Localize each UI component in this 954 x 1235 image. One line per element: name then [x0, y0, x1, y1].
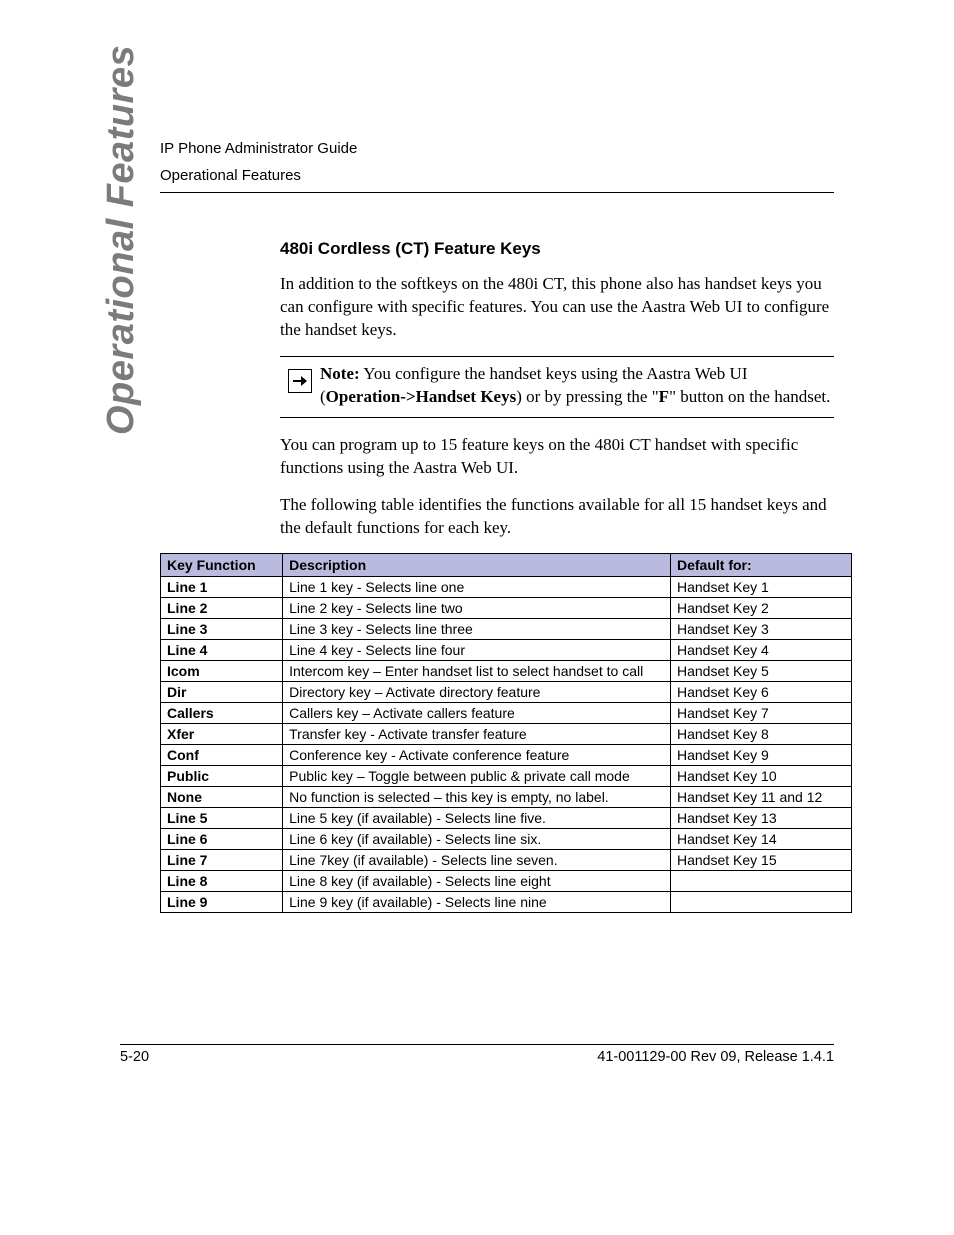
section-title: 480i Cordless (CT) Feature Keys	[280, 239, 834, 259]
table-row: DirDirectory key – Activate directory fe…	[161, 682, 852, 703]
cell-key-function: Line 5	[161, 808, 283, 829]
cell-default-for: Handset Key 10	[670, 766, 851, 787]
note-text-2: ) or by pressing the "	[516, 387, 658, 406]
col-default-for: Default for:	[670, 554, 851, 577]
header-rule	[160, 192, 834, 193]
cell-key-function: Line 9	[161, 892, 283, 913]
running-header-line2: Operational Features	[160, 165, 834, 186]
document-page: IP Phone Administrator Guide Operational…	[0, 0, 954, 1235]
table-row: Line 6Line 6 key (if available) - Select…	[161, 829, 852, 850]
cell-description: Line 7key (if available) - Selects line …	[283, 850, 671, 871]
table-row: Line 8Line 8 key (if available) - Select…	[161, 871, 852, 892]
doc-revision: 41-001129-00 Rev 09, Release 1.4.1	[597, 1049, 834, 1065]
cell-default-for	[670, 892, 851, 913]
cell-default-for: Handset Key 13	[670, 808, 851, 829]
arrow-right-icon	[288, 369, 312, 393]
cell-default-for: Handset Key 8	[670, 724, 851, 745]
table-row: IcomIntercom key – Enter handset list to…	[161, 661, 852, 682]
cell-description: Line 1 key - Selects line one	[283, 577, 671, 598]
cell-default-for: Handset Key 9	[670, 745, 851, 766]
cell-default-for: Handset Key 5	[670, 661, 851, 682]
cell-description: Directory key – Activate directory featu…	[283, 682, 671, 703]
cell-default-for: Handset Key 4	[670, 640, 851, 661]
cell-description: Line 2 key - Selects line two	[283, 598, 671, 619]
note-text-3: " button on the handset.	[669, 387, 830, 406]
cell-description: Line 8 key (if available) - Selects line…	[283, 871, 671, 892]
main-content: 480i Cordless (CT) Feature Keys In addit…	[280, 239, 834, 913]
cell-key-function: Line 7	[161, 850, 283, 871]
cell-default-for: Handset Key 15	[670, 850, 851, 871]
page-footer: 5-20 41-001129-00 Rev 09, Release 1.4.1	[120, 1036, 834, 1065]
cell-key-function: Line 8	[161, 871, 283, 892]
table-header-row: Key Function Description Default for:	[161, 554, 852, 577]
footer-rule	[120, 1044, 834, 1045]
table-row: Line 1Line 1 key - Selects line oneHands…	[161, 577, 852, 598]
cell-key-function: Line 4	[161, 640, 283, 661]
table-row: CallersCallers key – Activate callers fe…	[161, 703, 852, 724]
cell-key-function: None	[161, 787, 283, 808]
cell-description: Line 9 key (if available) - Selects line…	[283, 892, 671, 913]
feature-keys-table: Key Function Description Default for: Li…	[160, 553, 852, 913]
cell-description: Line 6 key (if available) - Selects line…	[283, 829, 671, 850]
note-icon-container	[280, 363, 320, 393]
table-row: Line 7Line 7key (if available) - Selects…	[161, 850, 852, 871]
cell-description: Intercom key – Enter handset list to sel…	[283, 661, 671, 682]
cell-description: Callers key – Activate callers feature	[283, 703, 671, 724]
table-row: Line 2Line 2 key - Selects line twoHands…	[161, 598, 852, 619]
page-number: 5-20	[120, 1049, 149, 1065]
note-fkey: F	[659, 387, 669, 406]
cell-description: Public key – Toggle between public & pri…	[283, 766, 671, 787]
table-container: Key Function Description Default for: Li…	[160, 553, 834, 913]
cell-key-function: Public	[161, 766, 283, 787]
table-row: Line 4Line 4 key - Selects line fourHand…	[161, 640, 852, 661]
cell-default-for	[670, 871, 851, 892]
table-row: ConfConference key - Activate conference…	[161, 745, 852, 766]
cell-key-function: Line 6	[161, 829, 283, 850]
cell-key-function: Line 3	[161, 619, 283, 640]
cell-key-function: Callers	[161, 703, 283, 724]
cell-default-for: Handset Key 11 and 12	[670, 787, 851, 808]
intro-paragraph-1: In addition to the softkeys on the 480i …	[280, 273, 834, 342]
intro-paragraph-3: The following table identifies the funct…	[280, 494, 834, 540]
cell-default-for: Handset Key 1	[670, 577, 851, 598]
note-block: Note: You configure the handset keys usi…	[280, 356, 834, 418]
cell-key-function: Icom	[161, 661, 283, 682]
cell-key-function: Line 1	[161, 577, 283, 598]
note-text: Note: You configure the handset keys usi…	[320, 363, 834, 409]
col-key-function: Key Function	[161, 554, 283, 577]
table-row: NoneNo function is selected – this key i…	[161, 787, 852, 808]
cell-default-for: Handset Key 3	[670, 619, 851, 640]
table-row: Line 3Line 3 key - Selects line threeHan…	[161, 619, 852, 640]
cell-description: Line 3 key - Selects line three	[283, 619, 671, 640]
note-path: Operation->Handset Keys	[326, 387, 517, 406]
cell-key-function: Xfer	[161, 724, 283, 745]
note-label: Note:	[320, 364, 360, 383]
table-row: XferTransfer key - Activate transfer fea…	[161, 724, 852, 745]
col-description: Description	[283, 554, 671, 577]
cell-description: Line 4 key - Selects line four	[283, 640, 671, 661]
running-header-line1: IP Phone Administrator Guide	[160, 138, 834, 159]
cell-default-for: Handset Key 6	[670, 682, 851, 703]
cell-description: Conference key - Activate conference fea…	[283, 745, 671, 766]
cell-description: Line 5 key (if available) - Selects line…	[283, 808, 671, 829]
cell-key-function: Line 2	[161, 598, 283, 619]
cell-description: Transfer key - Activate transfer feature	[283, 724, 671, 745]
table-row: Line 9Line 9 key (if available) - Select…	[161, 892, 852, 913]
cell-key-function: Conf	[161, 745, 283, 766]
intro-paragraph-2: You can program up to 15 feature keys on…	[280, 434, 834, 480]
cell-default-for: Handset Key 2	[670, 598, 851, 619]
cell-default-for: Handset Key 7	[670, 703, 851, 724]
cell-description: No function is selected – this key is em…	[283, 787, 671, 808]
side-tab-label: Operational Features	[100, 45, 143, 435]
table-row: PublicPublic key – Toggle between public…	[161, 766, 852, 787]
cell-default-for: Handset Key 14	[670, 829, 851, 850]
cell-key-function: Dir	[161, 682, 283, 703]
table-row: Line 5Line 5 key (if available) - Select…	[161, 808, 852, 829]
